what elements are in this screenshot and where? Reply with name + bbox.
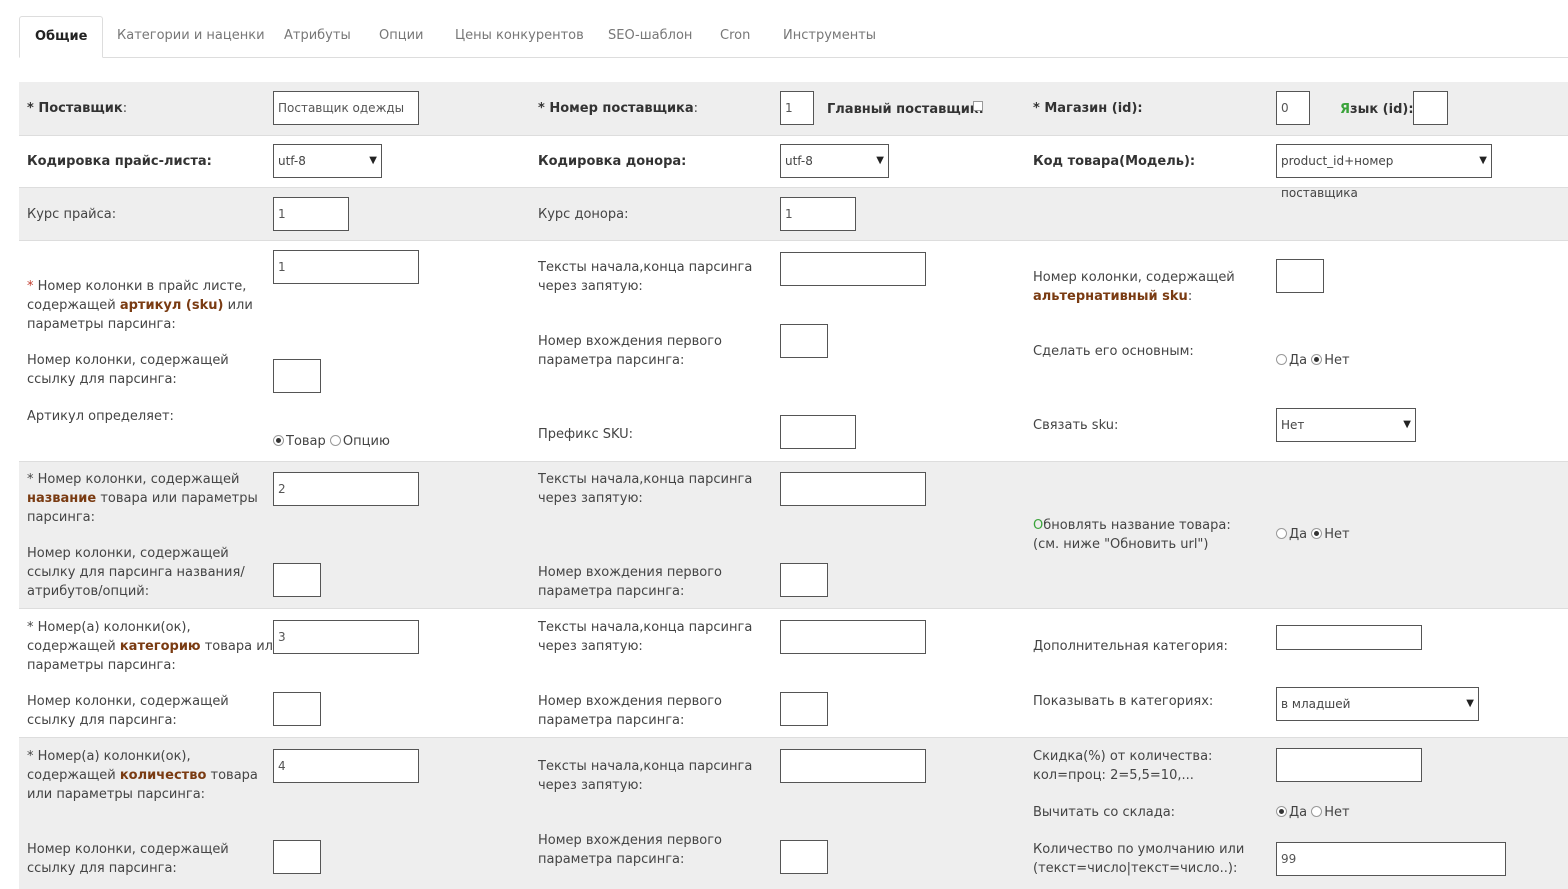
discount-label: Скидка(%) от количества: кол=проц: 2=5,5=… — [1033, 749, 1213, 783]
show-in-categories-select[interactable]: в младшей ▼ — [1276, 687, 1479, 721]
supplier-number-label: * Номер поставщика: — [538, 101, 699, 116]
divider — [19, 135, 1568, 136]
name-column-label: * Номер колонки, содержащей название тов… — [27, 472, 258, 525]
quantity-link-input[interactable] — [273, 840, 321, 874]
name-column-input[interactable] — [273, 472, 419, 506]
chevron-down-icon: ▼ — [1403, 419, 1411, 430]
alt-sku-label: Номер колонки, содержащей альтернативный … — [1033, 270, 1235, 304]
supplier-input[interactable] — [273, 91, 419, 125]
sku-column-input[interactable] — [273, 250, 419, 284]
donor-encoding-select[interactable]: utf-8 ▼ — [780, 144, 889, 178]
category-entry-label: Номер вхождения первого параметра парсинг… — [538, 694, 722, 728]
default-quantity-input[interactable] — [1276, 842, 1506, 876]
price-encoding-label: Кодировка прайс-листа: — [27, 154, 212, 169]
store-label: * Магазин (id): — [1033, 101, 1143, 116]
product-code-select[interactable]: product_id+номер поставщика ▼ — [1276, 144, 1492, 200]
name-texts-input[interactable] — [780, 472, 926, 506]
default-quantity-label: Количество по умолчанию или (текст=число|… — [1033, 842, 1245, 876]
subtract-stock-label: Вычитать со склада: — [1033, 805, 1176, 820]
radio-yes[interactable] — [1276, 528, 1287, 539]
price-rate-input[interactable] — [273, 197, 349, 231]
sku-entry-input[interactable] — [780, 324, 828, 358]
tab-categories[interactable]: Категории и наценки — [102, 16, 280, 56]
sku-defines-label: Артикул определяет: — [27, 409, 174, 424]
link-sku-label: Связать sku: — [1033, 418, 1119, 433]
sku-prefix-input[interactable] — [780, 415, 856, 449]
supplier-number-input[interactable] — [780, 91, 814, 125]
radio-no[interactable] — [1311, 806, 1323, 817]
name-texts-label: Тексты начала,конца парсинга через запяту… — [538, 472, 753, 506]
price-rate-label: Курс прайса: — [27, 207, 117, 222]
update-name-radio-group: Да Нет — [1276, 527, 1350, 542]
chevron-down-icon: ▼ — [369, 155, 377, 166]
name-entry-input[interactable] — [780, 563, 828, 597]
product-code-label: Код товара(Модель): — [1033, 154, 1196, 169]
category-entry-input[interactable] — [780, 692, 828, 726]
chevron-down-icon: ▼ — [1466, 698, 1474, 709]
radio-yes[interactable] — [1276, 354, 1287, 365]
chevron-down-icon: ▼ — [876, 155, 884, 166]
sku-link-label: Номер колонки, содержащей ссылку для парс… — [27, 353, 229, 387]
price-encoding-select[interactable]: utf-8 ▼ — [273, 144, 382, 178]
sku-entry-label: Номер вхождения первого параметра парсинг… — [538, 334, 722, 368]
tab-bar: Общие Категории и наценки Атрибуты Опции… — [19, 16, 1568, 58]
make-main-radio-group: Да Нет — [1276, 353, 1350, 368]
sku-defines-radio-group: Товар Опцию — [273, 434, 390, 449]
sku-texts-label: Тексты начала,конца парсинга через запяту… — [538, 260, 753, 294]
donor-rate-label: Курс донора: — [538, 207, 629, 222]
radio-no[interactable] — [1311, 528, 1323, 539]
language-id-input[interactable] — [1413, 91, 1448, 125]
sku-link-input[interactable] — [273, 359, 321, 393]
extra-category-input[interactable] — [1276, 625, 1422, 650]
make-main-label: Сделать его основным: — [1033, 344, 1194, 359]
tab-cron[interactable]: Cron — [705, 16, 765, 56]
sku-prefix-label: Префикс SKU: — [538, 427, 634, 442]
alt-sku-input[interactable] — [1276, 259, 1324, 293]
tab-attributes[interactable]: Атрибуты — [269, 16, 366, 56]
sku-texts-input[interactable] — [780, 252, 926, 286]
name-link-label: Номер колонки, содержащей ссылку для парс… — [27, 546, 245, 599]
main-supplier-checkbox[interactable] — [973, 101, 983, 111]
radio-no[interactable] — [1311, 354, 1323, 365]
quantity-entry-input[interactable] — [780, 840, 828, 874]
category-texts-label: Тексты начала,конца парсинга через запяту… — [538, 620, 753, 654]
radio-option[interactable] — [329, 435, 341, 446]
quantity-column-input[interactable] — [273, 749, 419, 783]
divider — [19, 608, 1568, 609]
update-name-label: Обновлять название товара: (см. ниже "Обн… — [1033, 518, 1231, 552]
tab-general[interactable]: Общие — [19, 16, 104, 58]
quantity-texts-input[interactable] — [780, 749, 926, 783]
subtract-stock-radio-group: Да Нет — [1276, 805, 1350, 820]
category-link-input[interactable] — [273, 692, 321, 726]
radio-product[interactable] — [273, 435, 284, 446]
store-id-input[interactable] — [1276, 91, 1310, 125]
name-link-input[interactable] — [273, 563, 321, 597]
category-column-input[interactable] — [273, 620, 419, 654]
language-label: Язык (id): — [1340, 102, 1414, 117]
donor-rate-input[interactable] — [780, 197, 856, 231]
tab-competitor-prices[interactable]: Цены конкурентов — [440, 16, 599, 56]
tab-seo-template[interactable]: SEO-шаблон — [593, 16, 707, 56]
chevron-down-icon: ▼ — [1479, 155, 1487, 166]
donor-encoding-label: Кодировка донора: — [538, 154, 687, 169]
category-column-label: * Номер(а) колонки(ок), содержащей катег… — [27, 620, 282, 673]
tab-tools[interactable]: Инструменты — [768, 16, 891, 56]
sku-column-label: * Номер колонки в прайс листе, содержаще… — [27, 279, 253, 332]
show-in-categories-label: Показывать в категориях: — [1033, 694, 1214, 709]
discount-input[interactable] — [1276, 748, 1422, 782]
quantity-link-label: Номер колонки, содержащей ссылку для парс… — [27, 842, 229, 876]
quantity-texts-label: Тексты начала,конца парсинга через запяту… — [538, 759, 753, 793]
quantity-entry-label: Номер вхождения первого параметра парсинг… — [538, 833, 722, 867]
main-supplier-label: Главный поставщик: — [827, 102, 984, 117]
radio-yes[interactable] — [1276, 806, 1287, 817]
link-sku-select[interactable]: Нет ▼ — [1276, 408, 1416, 442]
supplier-label: * Поставщик: — [27, 101, 128, 116]
extra-category-label: Дополнительная категория: — [1033, 639, 1228, 654]
tab-options[interactable]: Опции — [364, 16, 438, 56]
category-link-label: Номер колонки, содержащей ссылку для парс… — [27, 694, 229, 728]
quantity-column-label: * Номер(а) колонки(ок), содержащей колич… — [27, 749, 258, 802]
divider — [19, 240, 1568, 241]
category-texts-input[interactable] — [780, 620, 926, 654]
name-entry-label: Номер вхождения первого параметра парсинг… — [538, 565, 722, 599]
